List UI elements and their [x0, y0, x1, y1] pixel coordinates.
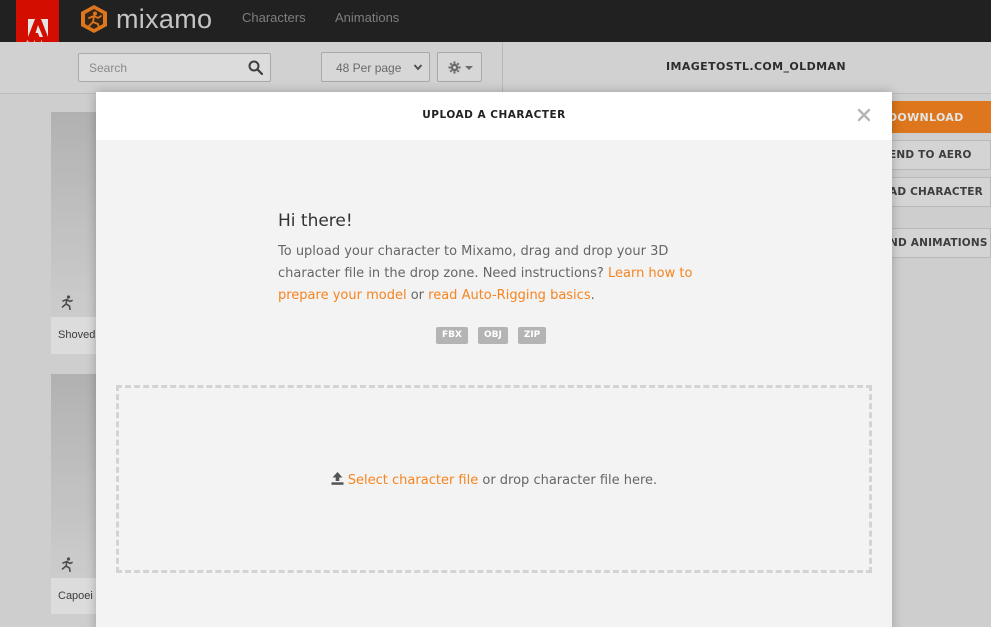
- modal-title: UPLOAD A CHARACTER: [422, 109, 566, 121]
- close-icon[interactable]: [856, 107, 872, 123]
- select-character-file-link[interactable]: Select character file: [348, 473, 478, 488]
- file-drop-zone[interactable]: Select character file or drop character …: [116, 385, 872, 573]
- auto-rigging-basics-link[interactable]: read Auto-Rigging basics: [428, 288, 590, 303]
- drop-zone-prompt: Select character file or drop character …: [119, 472, 869, 488]
- upload-icon: [331, 472, 344, 485]
- upload-instructions: To upload your character to Mixamo, drag…: [278, 241, 698, 307]
- upload-character-modal: UPLOAD A CHARACTER Hi there! To upload y…: [96, 92, 892, 627]
- format-badge-zip: ZIP: [517, 327, 547, 344]
- format-badge-fbx: FBX: [436, 327, 468, 344]
- or-text: or: [410, 288, 425, 303]
- format-badge-obj: OBJ: [477, 327, 508, 344]
- period: .: [590, 288, 595, 303]
- drop-zone-text: or drop character file here.: [482, 473, 658, 488]
- modal-header: UPLOAD A CHARACTER: [96, 92, 892, 140]
- supported-formats: FBX OBJ ZIP: [436, 327, 547, 344]
- greeting: Hi there!: [278, 211, 353, 231]
